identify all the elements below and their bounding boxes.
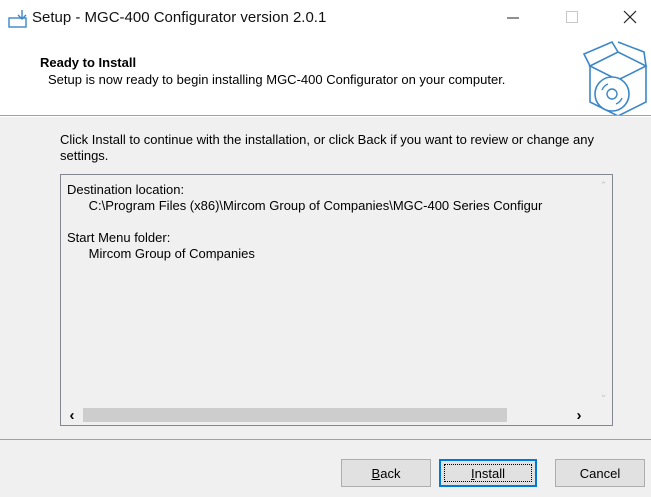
- scroll-right-icon[interactable]: ›: [569, 405, 589, 425]
- close-button[interactable]: [607, 0, 651, 34]
- page-title: Ready to Install: [40, 55, 137, 70]
- vertical-scrollbar[interactable]: ⌃ ⌄: [595, 175, 612, 405]
- page-subtitle: Setup is now ready to begin installing M…: [48, 72, 506, 87]
- close-icon: [623, 10, 637, 24]
- back-button[interactable]: Back: [341, 459, 431, 487]
- wizard-footer: Back Install Cancel: [0, 440, 651, 497]
- scroll-down-icon[interactable]: ⌄: [595, 386, 612, 403]
- destination-label: Destination location:: [67, 182, 185, 197]
- minimize-button[interactable]: [490, 0, 536, 34]
- horizontal-scroll-thumb[interactable]: [83, 408, 507, 422]
- wizard-header: Ready to Install Setup is now ready to b…: [0, 34, 651, 115]
- minimize-icon: [507, 17, 519, 19]
- horizontal-scrollbar[interactable]: ‹ ›: [61, 405, 595, 425]
- cancel-button[interactable]: Cancel: [555, 459, 645, 487]
- install-button[interactable]: Install: [439, 459, 537, 487]
- maximize-button[interactable]: [549, 0, 595, 34]
- box-with-disc-icon: [582, 40, 648, 116]
- window-title: Setup - MGC-400 Configurator version 2.0…: [32, 9, 327, 26]
- title-bar: Setup - MGC-400 Configurator version 2.0…: [0, 0, 651, 34]
- scroll-corner: [595, 405, 612, 425]
- destination-value: C:\Program Files (x86)\Mircom Group of C…: [88, 198, 543, 213]
- scroll-left-icon[interactable]: ‹: [62, 405, 82, 425]
- maximize-icon: [566, 11, 578, 23]
- start-menu-label: Start Menu folder:: [67, 230, 171, 245]
- scroll-up-icon[interactable]: ⌃: [595, 177, 612, 194]
- intro-text: Click Install to continue with the insta…: [60, 132, 594, 163]
- start-menu-value: Mircom Group of Companies: [88, 246, 255, 261]
- memo-content: Destination location: C:\Program Files (…: [67, 182, 587, 262]
- installer-icon: [8, 10, 27, 28]
- wizard-body: Click Install to continue with the insta…: [0, 117, 651, 439]
- ready-memo[interactable]: Destination location: C:\Program Files (…: [60, 174, 613, 426]
